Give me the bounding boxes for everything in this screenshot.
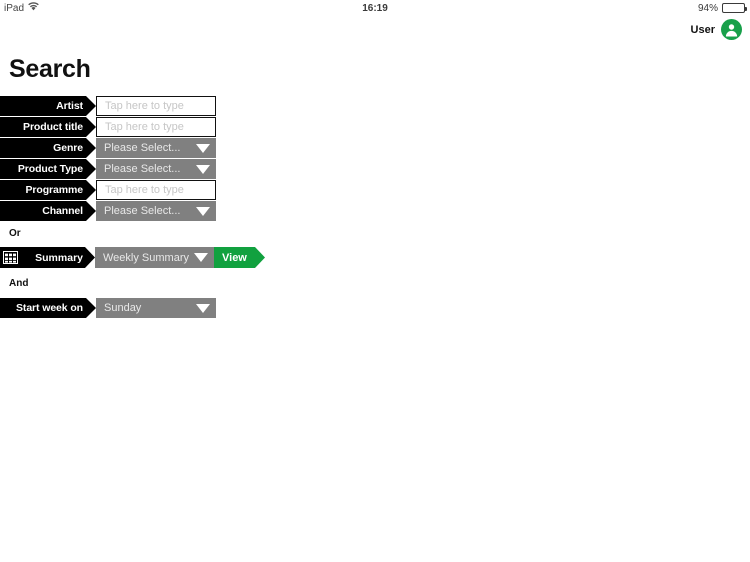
product-title-input[interactable]: Tap here to type [96,117,216,137]
genre-select-value: Please Select... [104,142,181,154]
chevron-down-icon [196,164,210,174]
field-wrapper-product-title: Tap here to type [96,117,216,137]
summary-select[interactable]: Weekly Summary [95,247,214,268]
search-form: Artist Tap here to type Product title Ta… [0,96,216,222]
product-type-select[interactable]: Please Select... [96,159,216,179]
field-label-programme: Programme [0,180,96,200]
field-label-product-title: Product title [0,117,96,137]
programme-input-placeholder: Tap here to type [105,184,184,196]
chevron-down-icon [196,303,210,313]
grid-icon[interactable] [0,247,21,268]
or-separator-label: Or [9,228,21,239]
form-row-channel: Channel Please Select... [0,201,216,221]
field-label-artist: Artist [0,96,96,116]
battery-icon [722,3,747,13]
field-label-start-week-on: Start week on [0,298,96,318]
field-label-genre: Genre [0,138,96,158]
form-row-genre: Genre Please Select... [0,138,216,158]
summary-select-value: Weekly Summary [103,251,189,264]
clock: 16:19 [362,2,388,14]
form-row-programme: Programme Tap here to type [0,180,216,200]
user-name-label: User [690,23,715,36]
product-type-select-value: Please Select... [104,163,181,175]
field-wrapper-programme: Tap here to type [96,180,216,200]
form-row-artist: Artist Tap here to type [0,96,216,116]
field-label-channel: Channel [0,201,96,221]
field-wrapper-genre: Please Select... [96,138,216,158]
form-row-product-title: Product title Tap here to type [0,117,216,137]
channel-select-value: Please Select... [104,205,181,217]
field-label-product-type: Product Type [0,159,96,179]
and-separator-label: And [9,278,29,289]
chevron-down-icon [196,143,210,153]
form-row-product-type: Product Type Please Select... [0,159,216,179]
channel-select[interactable]: Please Select... [96,201,216,221]
start-week-row: Start week on Sunday [0,298,216,318]
battery-percent-label: 94% [697,2,718,14]
product-title-input-placeholder: Tap here to type [105,121,184,133]
user-avatar-icon[interactable] [721,19,742,40]
user-account-bar[interactable]: User [691,19,742,40]
summary-row: Summary Weekly Summary View [0,247,265,268]
field-wrapper-start-week-on: Sunday [96,298,216,318]
field-wrapper-product-type: Please Select... [96,159,216,179]
start-week-select[interactable]: Sunday [96,298,216,318]
start-week-select-value: Sunday [104,302,142,314]
status-bar: iPad 16:19 94% [0,0,750,16]
field-wrapper-artist: Tap here to type [96,96,216,116]
artist-input-placeholder: Tap here to type [105,100,184,112]
chevron-down-icon [194,253,208,262]
genre-select[interactable]: Please Select... [96,138,216,158]
field-wrapper-channel: Please Select... [96,201,216,221]
status-bar-right: 94% [697,2,747,14]
programme-input[interactable]: Tap here to type [96,180,216,200]
chevron-down-icon [196,206,210,216]
page-title: Search [9,55,91,83]
view-button[interactable]: View [214,247,265,268]
artist-input[interactable]: Tap here to type [96,96,216,116]
field-label-summary: Summary [21,247,95,268]
